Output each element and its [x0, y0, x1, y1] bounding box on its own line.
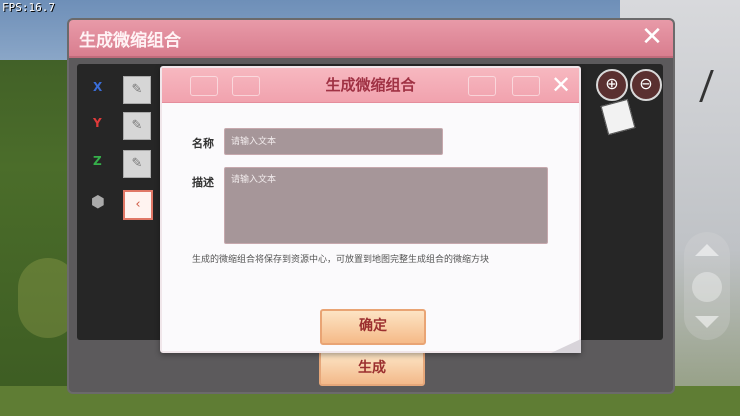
axis-label-x: X	[93, 80, 103, 94]
arrow-up-icon[interactable]	[695, 244, 719, 256]
description-label: 描述	[192, 176, 214, 189]
dialog-title: 生成微缩组合	[325, 76, 416, 94]
name-input[interactable]: 请输入文本	[224, 128, 443, 155]
axis-row-rotate: ⬢ ‹	[85, 188, 165, 220]
zoom-out-icon[interactable]: ⊖	[630, 69, 662, 101]
generate-button[interactable]: 生成	[319, 350, 425, 386]
dialog-header: 生成微缩组合 ✕	[162, 68, 579, 103]
pencil-icon[interactable]: ✎	[123, 112, 151, 140]
axis-label-y: Y	[93, 116, 102, 130]
cube-icon: ⬢	[91, 192, 105, 211]
arrow-left-icon[interactable]: ‹	[123, 190, 153, 220]
hint-text: 生成的微缩组合将保存到资源中心，可放置到地图完整生成组合的微缩方块	[192, 255, 490, 265]
create-combo-dialog: 生成微缩组合 ✕ 名称 请输入文本 描述 请输入文本 生成的微缩组合将保存到资源…	[160, 66, 581, 353]
close-icon[interactable]: ✕	[639, 24, 665, 50]
axis-label-z: Z	[93, 154, 102, 168]
zoom-in-icon[interactable]: ⊕	[596, 69, 628, 101]
axis-row-y: Y ✎	[85, 110, 165, 140]
vertical-joystick[interactable]	[684, 232, 730, 340]
axis-row-z: Z ✎	[85, 148, 165, 178]
joystick-knob[interactable]	[692, 272, 722, 302]
description-input[interactable]: 请输入文本	[224, 167, 548, 244]
panel-header: 生成微缩组合 ✕	[69, 20, 673, 58]
close-icon[interactable]: ✕	[549, 73, 573, 97]
pencil-icon[interactable]: ✎	[123, 76, 151, 104]
panel-title: 生成微缩组合	[79, 31, 181, 51]
page-curl-decoration	[551, 339, 581, 353]
arrow-down-icon[interactable]	[695, 316, 719, 328]
name-label: 名称	[192, 137, 214, 150]
fps-counter: FPS:16.7	[2, 1, 55, 14]
confirm-button[interactable]: 确定	[320, 309, 426, 345]
pencil-icon[interactable]: ✎	[123, 150, 151, 178]
axis-row-x: X ✎	[85, 74, 165, 104]
